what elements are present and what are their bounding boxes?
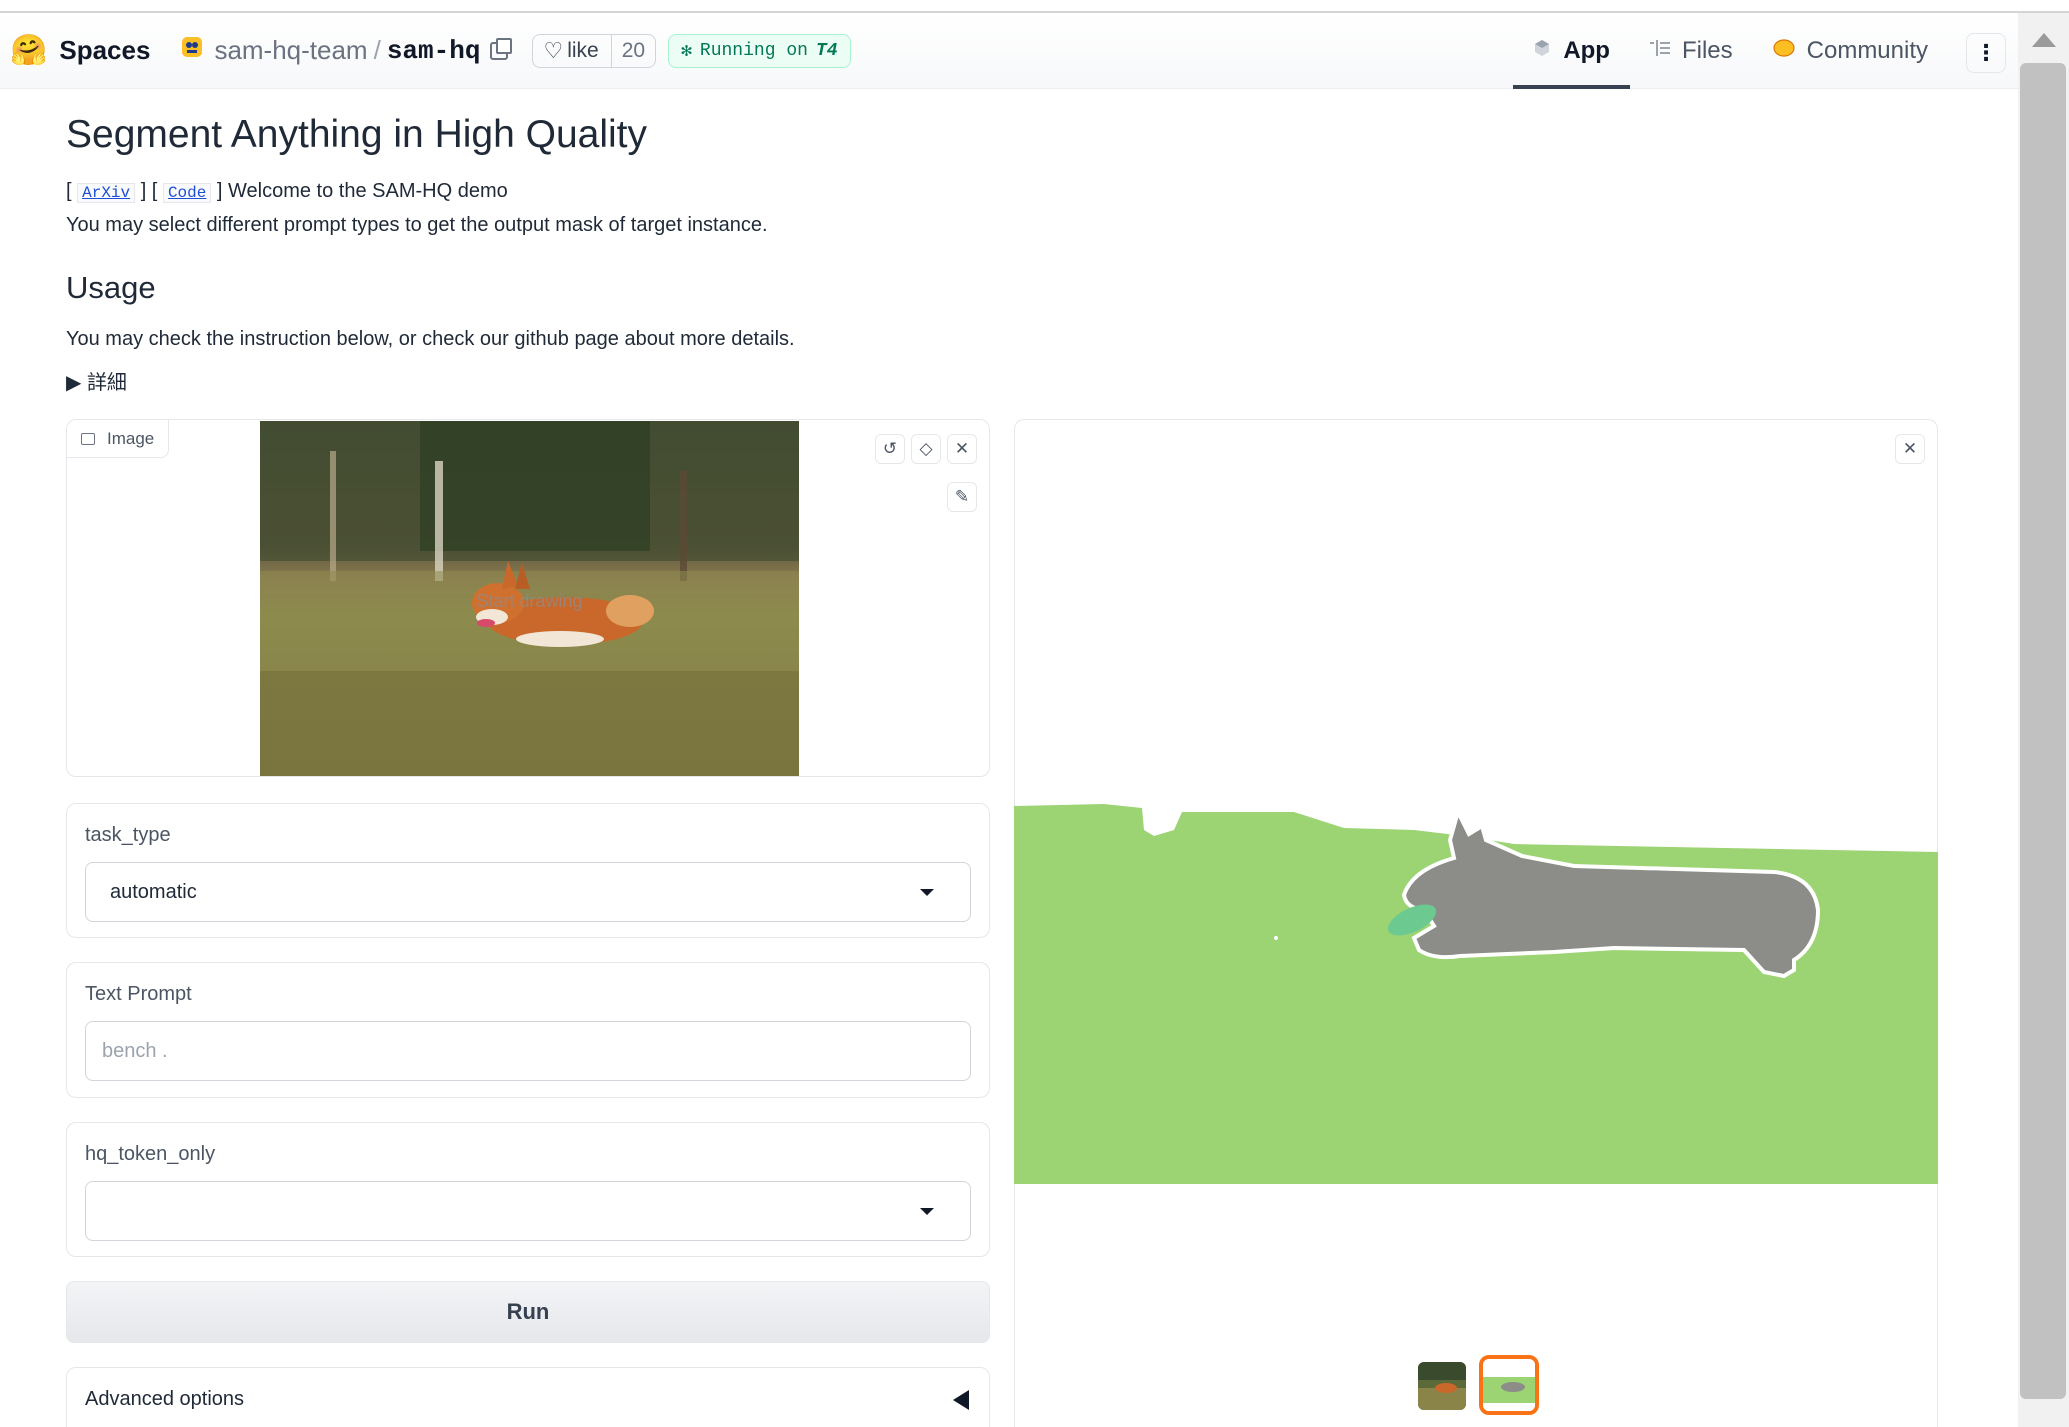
image-label-text: Image xyxy=(107,428,155,448)
undo-icon: ↺ xyxy=(882,439,898,458)
clear-image-button[interactable]: ✕ xyxy=(947,434,977,464)
spaces-brand[interactable]: 🤗 Spaces xyxy=(10,35,150,66)
chevron-down-icon xyxy=(920,889,934,896)
page-title: Segment Anything in High Quality xyxy=(66,113,648,156)
brush-icon: ✎ xyxy=(954,487,970,506)
input-image-panel[interactable]: Start drawing Image ↺ ◇ ✕ ✎ xyxy=(66,419,990,777)
links-line: [ ArXiv ] [ Code ] Welcome to the SAM-HQ… xyxy=(66,180,508,203)
space-nav: App Files Community xyxy=(1513,13,1948,89)
running-status-badge[interactable]: ✻ Running on T4 xyxy=(668,33,851,68)
more-menu-button[interactable]: ⋮ xyxy=(1966,33,2006,73)
brush-button[interactable]: ✎ xyxy=(947,482,977,512)
repo-separator: / xyxy=(373,35,381,65)
close-icon: ✕ xyxy=(1902,439,1918,458)
tab-community-label: Community xyxy=(1806,37,1928,64)
details-label: 詳細 xyxy=(86,372,127,394)
usage-heading: Usage xyxy=(66,270,156,305)
code-link[interactable]: Code xyxy=(162,183,212,203)
tab-files-label: Files xyxy=(1681,37,1733,64)
tab-files[interactable]: Files xyxy=(1630,13,1753,89)
task-type-label: task_type xyxy=(85,824,171,846)
input-image-canvas[interactable]: Start drawing xyxy=(260,421,799,776)
chevron-down-icon xyxy=(920,1208,934,1215)
page-scrollbar[interactable] xyxy=(2018,13,2069,1427)
close-gallery-button[interactable]: ✕ xyxy=(1895,434,1925,464)
welcome-text: Welcome to the SAM-HQ demo xyxy=(228,180,508,202)
text-prompt-block: Text Prompt xyxy=(66,962,990,1098)
collapse-arrow-icon xyxy=(953,1390,969,1410)
copy-icon[interactable] xyxy=(490,37,513,60)
undo-button[interactable]: ↺ xyxy=(875,434,905,464)
spaces-label: Spaces xyxy=(59,35,151,65)
image-icon xyxy=(81,432,95,445)
hq-token-only-select[interactable] xyxy=(85,1181,971,1241)
advanced-options-label: Advanced options xyxy=(85,1388,245,1410)
task-type-value: automatic xyxy=(110,880,197,903)
details-disclosure[interactable]: ▶ 詳細 xyxy=(66,366,127,395)
scroll-up-arrow-icon[interactable] xyxy=(2032,33,2056,47)
text-prompt-label: Text Prompt xyxy=(85,983,192,1005)
tab-community[interactable]: Community xyxy=(1753,13,1948,89)
status-hardware: T4 xyxy=(815,40,838,61)
like-label: like xyxy=(567,38,599,62)
usage-description: You may check the instruction below, or … xyxy=(66,328,795,350)
community-icon xyxy=(1773,38,1795,64)
tab-app[interactable]: App xyxy=(1513,13,1630,89)
org-avatar-icon xyxy=(180,35,204,66)
eraser-icon: ◇ xyxy=(919,439,933,458)
repo-owner-link[interactable]: sam-hq-team xyxy=(214,35,367,66)
hq-token-only-label: hq_token_only xyxy=(85,1143,216,1165)
eraser-button[interactable]: ◇ xyxy=(911,434,941,464)
like-count[interactable]: 20 xyxy=(610,34,655,67)
tab-app-label: App xyxy=(1563,37,1610,64)
like-button[interactable]: ♡ like 20 xyxy=(532,33,657,68)
task-type-select[interactable]: automatic xyxy=(85,862,971,922)
hugging-face-logo-icon: 🤗 xyxy=(10,33,48,67)
hf-header: 🤗 Spaces sam-hq-team / sam-hq ♡ like 20 … xyxy=(0,13,2018,89)
scrollbar-thumb[interactable] xyxy=(2020,63,2066,1399)
start-drawing-overlay: Start drawing xyxy=(476,591,583,611)
repo-path: sam-hq-team / sam-hq xyxy=(180,35,513,66)
text-prompt-input[interactable] xyxy=(85,1021,971,1081)
run-button[interactable]: Run xyxy=(66,1281,990,1343)
advanced-options-accordion[interactable]: Advanced options xyxy=(66,1367,990,1427)
heart-icon: ♡ xyxy=(543,37,564,63)
cube-icon xyxy=(1533,39,1551,63)
image-label-badge: Image xyxy=(67,420,170,458)
segmentation-output-image[interactable] xyxy=(1014,800,1938,1184)
arxiv-link[interactable]: ArXiv xyxy=(77,183,136,203)
gallery-thumbnail-mask[interactable] xyxy=(1479,1355,1539,1415)
status-prefix: Running on xyxy=(699,40,808,61)
close-icon: ✕ xyxy=(954,439,970,458)
gallery-thumbnail-input[interactable] xyxy=(1418,1362,1466,1410)
hq-token-only-block: hq_token_only xyxy=(66,1122,990,1257)
task-type-block: task_type automatic xyxy=(66,803,990,938)
repo-name-link[interactable]: sam-hq xyxy=(387,36,481,66)
window-top-strip xyxy=(0,0,2069,13)
intro-description: You may select different prompt types to… xyxy=(66,214,768,236)
files-icon xyxy=(1649,39,1670,63)
fan-icon: ✻ xyxy=(681,41,692,62)
more-options-icon: ⋮ xyxy=(1975,40,1997,65)
